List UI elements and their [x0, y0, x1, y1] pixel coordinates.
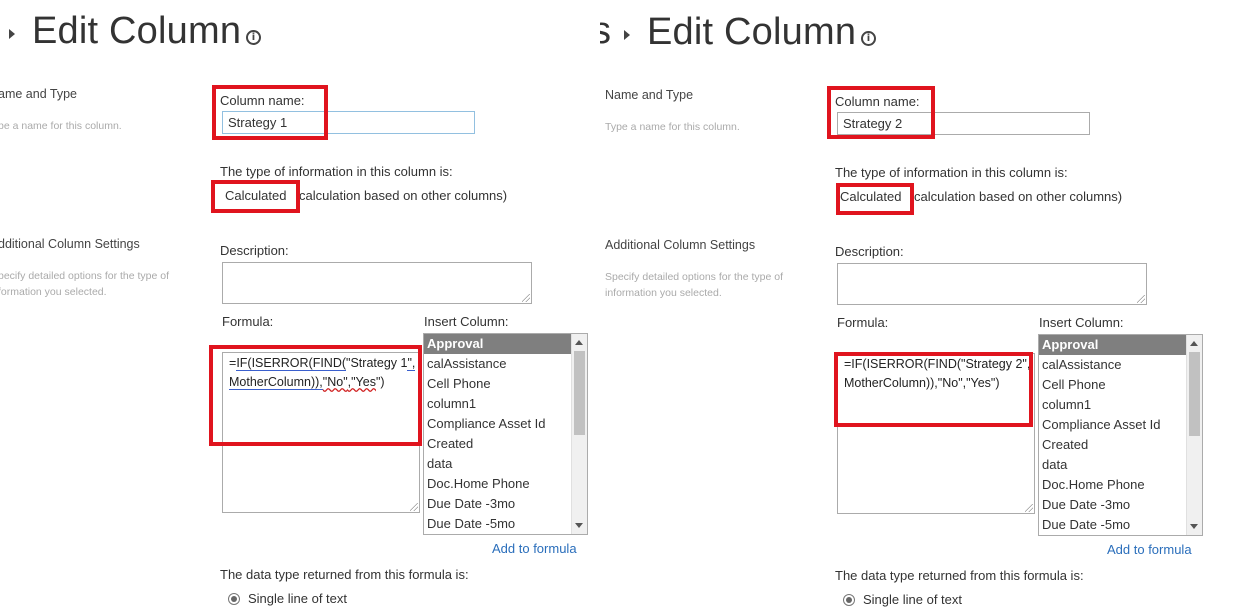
- single-line-radio[interactable]: [843, 594, 855, 606]
- type-info-label: The type of information in this column i…: [220, 164, 453, 179]
- type-calculated-value: Calculated: [225, 188, 287, 203]
- name-and-type-section-desc: Type a name for this column.: [605, 121, 740, 133]
- additional-settings-section-title: Additional Column Settings: [605, 238, 756, 252]
- column-name-input[interactable]: Strategy 2: [837, 112, 1090, 135]
- scroll-up-icon[interactable]: [575, 340, 583, 345]
- breadcrumb-arrow-icon: [9, 29, 15, 39]
- type-info-label: The type of information in this column i…: [835, 165, 1068, 180]
- page-title: Edit Column: [32, 10, 242, 52]
- list-item[interactable]: Compliance Asset Id: [1039, 415, 1202, 435]
- add-to-formula-button[interactable]: Add to formula: [1107, 542, 1192, 557]
- description-textarea[interactable]: [222, 262, 532, 304]
- right-edit-column-panel: s Edit Column i Name and Type Type a nam…: [600, 0, 1249, 613]
- resize-grip-icon[interactable]: [1025, 504, 1033, 512]
- column-name-input[interactable]: Strategy 1: [222, 111, 475, 134]
- page-title: Edit Column: [647, 11, 857, 53]
- list-item[interactable]: Due Date -5mo: [424, 514, 587, 534]
- single-line-option-label: Single line of text: [863, 592, 963, 607]
- listbox-scrollbar[interactable]: [571, 334, 587, 534]
- column-name-label: Column name:: [220, 93, 305, 108]
- list-item[interactable]: column1: [1039, 395, 1202, 415]
- list-item[interactable]: data: [1039, 455, 1202, 475]
- single-line-option-label: Single line of text: [248, 591, 348, 606]
- list-item[interactable]: Created: [424, 434, 587, 454]
- formula-text: =IF(ISERROR(FIND("Strategy 2",MotherColu…: [844, 357, 1031, 390]
- list-item[interactable]: Cell Phone: [1039, 375, 1202, 395]
- insert-column-label: Insert Column:: [424, 314, 509, 329]
- list-item[interactable]: Approval: [1039, 335, 1202, 355]
- scroll-down-icon[interactable]: [1190, 524, 1198, 529]
- insert-column-listbox[interactable]: Approval calAssistance Cell Phone column…: [1038, 334, 1203, 536]
- additional-settings-section-desc: pecify detailed options for the type of …: [0, 270, 170, 298]
- list-item[interactable]: Due Date -3mo: [424, 494, 587, 514]
- list-item[interactable]: calAssistance: [1039, 355, 1202, 375]
- formula-label: Formula:: [837, 315, 889, 330]
- scroll-down-icon[interactable]: [575, 523, 583, 528]
- description-textarea[interactable]: [837, 263, 1147, 305]
- scroll-up-icon[interactable]: [1190, 341, 1198, 346]
- formula-text: =IF(ISERROR(FIND("Strategy 1",MotherColu…: [229, 356, 416, 390]
- list-item[interactable]: Doc.Home Phone: [1039, 475, 1202, 495]
- listbox-scrollbar[interactable]: [1186, 335, 1202, 535]
- type-calculated-description: calculation based on other columns): [299, 188, 508, 203]
- scrollbar-thumb[interactable]: [574, 351, 585, 435]
- insert-column-listbox[interactable]: Approval calAssistance Cell Phone column…: [423, 333, 588, 535]
- list-item[interactable]: calAssistance: [424, 354, 587, 374]
- add-to-formula-button[interactable]: Add to formula: [492, 541, 577, 556]
- info-icon[interactable]: i: [246, 30, 261, 45]
- resize-grip-icon[interactable]: [410, 503, 418, 511]
- return-type-label: The data type returned from this formula…: [835, 568, 1084, 583]
- resize-grip-icon[interactable]: [1137, 295, 1145, 303]
- scrollbar-thumb[interactable]: [1189, 352, 1200, 436]
- info-icon[interactable]: i: [861, 31, 876, 46]
- type-calculated-value: Calculated: [840, 189, 902, 204]
- list-item[interactable]: Approval: [424, 334, 587, 354]
- list-item[interactable]: Compliance Asset Id: [424, 414, 587, 434]
- list-item[interactable]: data: [424, 454, 587, 474]
- name-and-type-section-title: ame and Type: [0, 87, 77, 101]
- insert-column-label: Insert Column:: [1039, 315, 1124, 330]
- description-label: Description:: [220, 243, 289, 258]
- list-item[interactable]: Due Date -3mo: [1039, 495, 1202, 515]
- formula-textarea[interactable]: =IF(ISERROR(FIND("Strategy 1",MotherColu…: [222, 352, 420, 513]
- formula-label: Formula:: [222, 314, 274, 329]
- left-edit-column-panel: Edit Column i ame and Type pe a name for…: [0, 0, 600, 613]
- breadcrumb-arrow-icon: [624, 30, 630, 40]
- name-and-type-section-desc: pe a name for this column.: [0, 120, 122, 132]
- additional-settings-section-title: dditional Column Settings: [0, 237, 140, 251]
- description-label: Description:: [835, 244, 904, 259]
- list-item[interactable]: Doc.Home Phone: [424, 474, 587, 494]
- list-item[interactable]: Created: [1039, 435, 1202, 455]
- formula-textarea[interactable]: =IF(ISERROR(FIND("Strategy 2",MotherColu…: [837, 353, 1035, 514]
- name-and-type-section-title: Name and Type: [605, 88, 694, 102]
- breadcrumb-fragment: s: [600, 10, 612, 52]
- list-item[interactable]: Due Date -5mo: [1039, 515, 1202, 535]
- additional-settings-section-desc: Specify detailed options for the type of…: [605, 271, 784, 299]
- resize-grip-icon[interactable]: [522, 294, 530, 302]
- type-calculated-description: calculation based on other columns): [914, 189, 1123, 204]
- single-line-radio[interactable]: [228, 593, 240, 605]
- list-item[interactable]: column1: [424, 394, 587, 414]
- column-name-label: Column name:: [835, 94, 920, 109]
- list-item[interactable]: Cell Phone: [424, 374, 587, 394]
- return-type-label: The data type returned from this formula…: [220, 567, 469, 582]
